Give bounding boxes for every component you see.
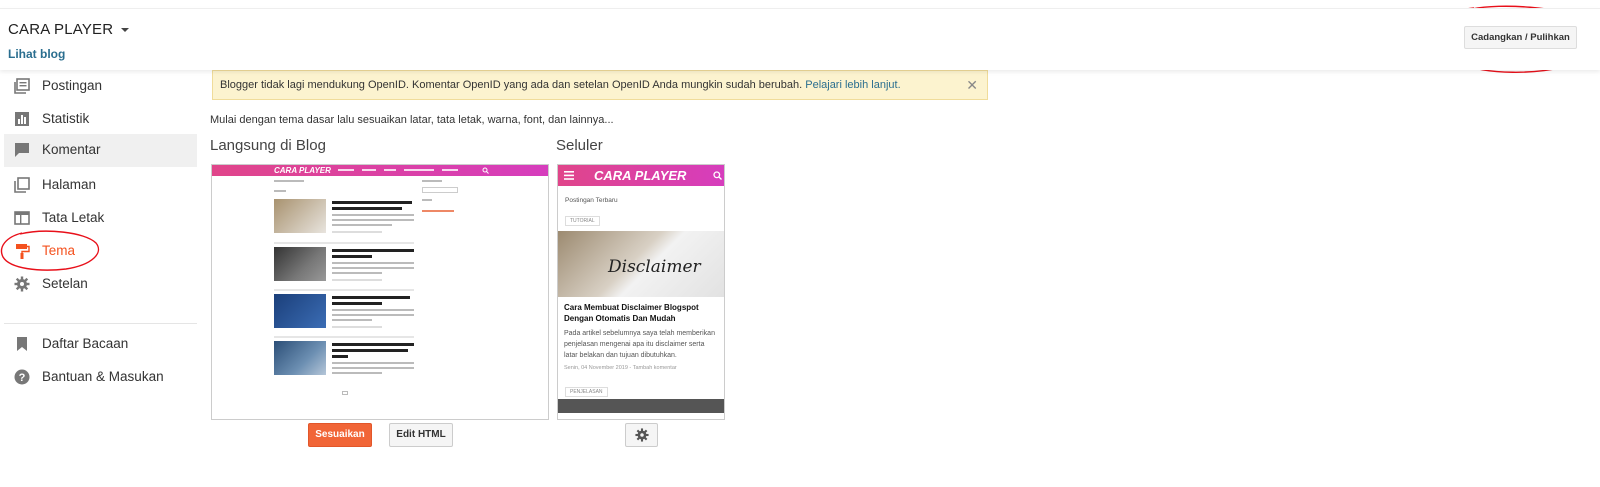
sidebar-item-daftar-bacaan[interactable]: Daftar Bacaan	[4, 328, 197, 361]
post-meta: Senin, 04 November 2019 - Tambah komenta…	[564, 365, 677, 371]
view-blog-link[interactable]: Lihat blog	[8, 47, 65, 61]
learn-more-link[interactable]: Pelajari lebih lanjut.	[805, 79, 900, 91]
comment-icon	[15, 143, 29, 157]
layout-icon	[14, 211, 30, 225]
sidebar-item-label: Bantuan & Masukan	[42, 369, 164, 384]
sidebar-item-label: Halaman	[42, 177, 97, 192]
search-icon	[713, 171, 722, 180]
list-item	[274, 199, 414, 241]
sidebar-item-komentar[interactable]: Komentar	[4, 134, 197, 167]
posts-icon	[14, 78, 30, 94]
post-title: Cara Membuat Disclaimer Blogspot Dengan …	[564, 303, 699, 323]
sidebar-item-statistik[interactable]: Statistik	[4, 103, 197, 136]
live-blog-title: Langsung di Blog	[210, 137, 326, 154]
close-icon[interactable]: ✕	[966, 71, 978, 99]
recent-posts-label: Postingan Terbaru	[565, 197, 618, 204]
top-bar: CARA PLAYER Lihat blog Cadangkan / Pulih…	[0, 8, 1600, 70]
sidebar-item-label: Daftar Bacaan	[42, 336, 129, 351]
sidebar-item-bantuan[interactable]: ? Bantuan & Masukan	[4, 361, 197, 394]
caret-down-icon	[121, 28, 130, 33]
mobile-title: Seluler	[556, 137, 603, 154]
tag-badge: TUTORIAL	[565, 216, 600, 226]
list-item	[274, 294, 414, 336]
tag-badge: PENJELASAN	[565, 387, 608, 397]
sidebar-item-label: Statistik	[42, 111, 90, 126]
preview-header: CARA PLAYER	[212, 165, 548, 176]
gear-icon	[14, 276, 30, 292]
sidebar-item-postingan[interactable]: Postingan	[4, 70, 197, 103]
search-icon	[482, 167, 489, 174]
mobile-theme-preview[interactable]: CARA PLAYER Postingan Terbaru TUTORIAL D…	[557, 164, 725, 420]
gear-icon	[634, 428, 649, 442]
preview-header: CARA PLAYER	[558, 165, 724, 186]
annotation-circle	[0, 230, 100, 271]
backup-restore-button[interactable]: Cadangkan / Pulihkan	[1464, 26, 1577, 49]
notice-text: Blogger tidak lagi mendukung OpenID. Kom…	[220, 79, 803, 91]
sidebar-divider	[4, 323, 197, 324]
sidebar-item-halaman[interactable]: Halaman	[4, 169, 197, 202]
post-image-text: Disclaimer	[608, 257, 701, 277]
blog-title: CARA PLAYER	[8, 21, 114, 38]
desktop-theme-preview[interactable]: CARA PLAYER	[211, 164, 549, 420]
preview-brand: CARA PLAYER	[594, 168, 687, 183]
sidebar-item-label: Setelan	[42, 276, 88, 291]
sidebar-item-label: Postingan	[42, 78, 103, 93]
sidebar-item-label: Komentar	[42, 142, 101, 157]
post-excerpt: Pada artikel sebelumnya saya telah membe…	[564, 330, 715, 359]
preview-brand: CARA PLAYER	[274, 166, 331, 175]
svg-text:?: ?	[19, 372, 26, 384]
intro-text: Mulai dengan tema dasar lalu sesuaikan l…	[210, 114, 614, 126]
customize-button[interactable]: Sesuaikan	[308, 423, 372, 447]
bookmark-icon	[17, 337, 27, 351]
openid-notice: Blogger tidak lagi mendukung OpenID. Kom…	[212, 70, 988, 100]
sidebar-item-label: Tata Letak	[42, 210, 105, 225]
list-item	[274, 341, 414, 383]
pages-icon	[14, 177, 30, 193]
edit-html-button[interactable]: Edit HTML	[389, 423, 453, 447]
menu-icon	[564, 171, 574, 180]
stats-icon	[15, 112, 29, 126]
list-item	[274, 247, 414, 289]
sidebar-item-setelan[interactable]: Setelan	[4, 268, 197, 301]
help-icon: ?	[14, 369, 30, 385]
mobile-settings-button[interactable]	[625, 423, 658, 447]
post-image	[558, 399, 724, 413]
blog-selector[interactable]: CARA PLAYER	[8, 21, 130, 38]
